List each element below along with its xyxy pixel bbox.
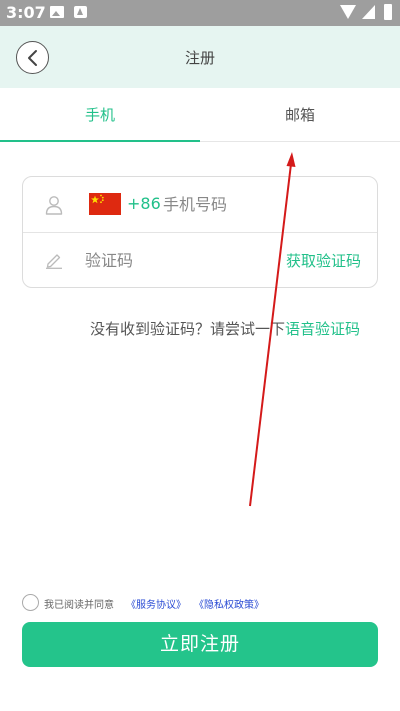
country-code[interactable]: +86 bbox=[127, 194, 161, 213]
photo-notification-icon bbox=[50, 6, 64, 18]
signal-icon bbox=[362, 5, 375, 19]
china-flag-icon[interactable] bbox=[89, 193, 121, 215]
wifi-icon bbox=[340, 5, 356, 19]
tab-email[interactable]: 邮箱 bbox=[200, 88, 400, 142]
form-divider bbox=[23, 232, 377, 233]
privacy-link[interactable]: 《隐私权政策》 bbox=[194, 596, 264, 611]
tab-phone[interactable]: 手机 bbox=[0, 88, 200, 142]
get-code-button[interactable]: 获取验证码 bbox=[286, 250, 361, 271]
voice-code-link[interactable]: 语音验证码 bbox=[285, 320, 360, 338]
tab-bar: 手机 邮箱 bbox=[0, 88, 400, 142]
pen-icon bbox=[46, 254, 62, 269]
agree-checkbox[interactable] bbox=[22, 594, 39, 611]
agree-text: 我已阅读并同意 bbox=[44, 600, 114, 611]
voice-hint-text: 没有收到验证码？请尝试一下 bbox=[89, 320, 285, 338]
page-title: 注册 bbox=[184, 49, 215, 67]
terms-link[interactable]: 《服务协议》 bbox=[126, 596, 186, 611]
battery-icon bbox=[384, 4, 392, 20]
phone-input[interactable] bbox=[163, 190, 363, 218]
user-icon bbox=[45, 196, 63, 215]
code-input[interactable] bbox=[85, 246, 265, 274]
register-button[interactable]: 立即注册 bbox=[22, 622, 378, 667]
active-tab-indicator bbox=[0, 140, 200, 142]
app-notification-icon bbox=[74, 6, 87, 18]
status-bar: 3:07 bbox=[0, 0, 400, 26]
header: 注册 bbox=[0, 26, 400, 88]
register-form: +86 获取验证码 bbox=[22, 176, 378, 288]
voice-code-hint: 没有收到验证码？请尝试一下语音验证码 bbox=[90, 318, 360, 339]
status-time: 3:07 bbox=[6, 3, 46, 22]
